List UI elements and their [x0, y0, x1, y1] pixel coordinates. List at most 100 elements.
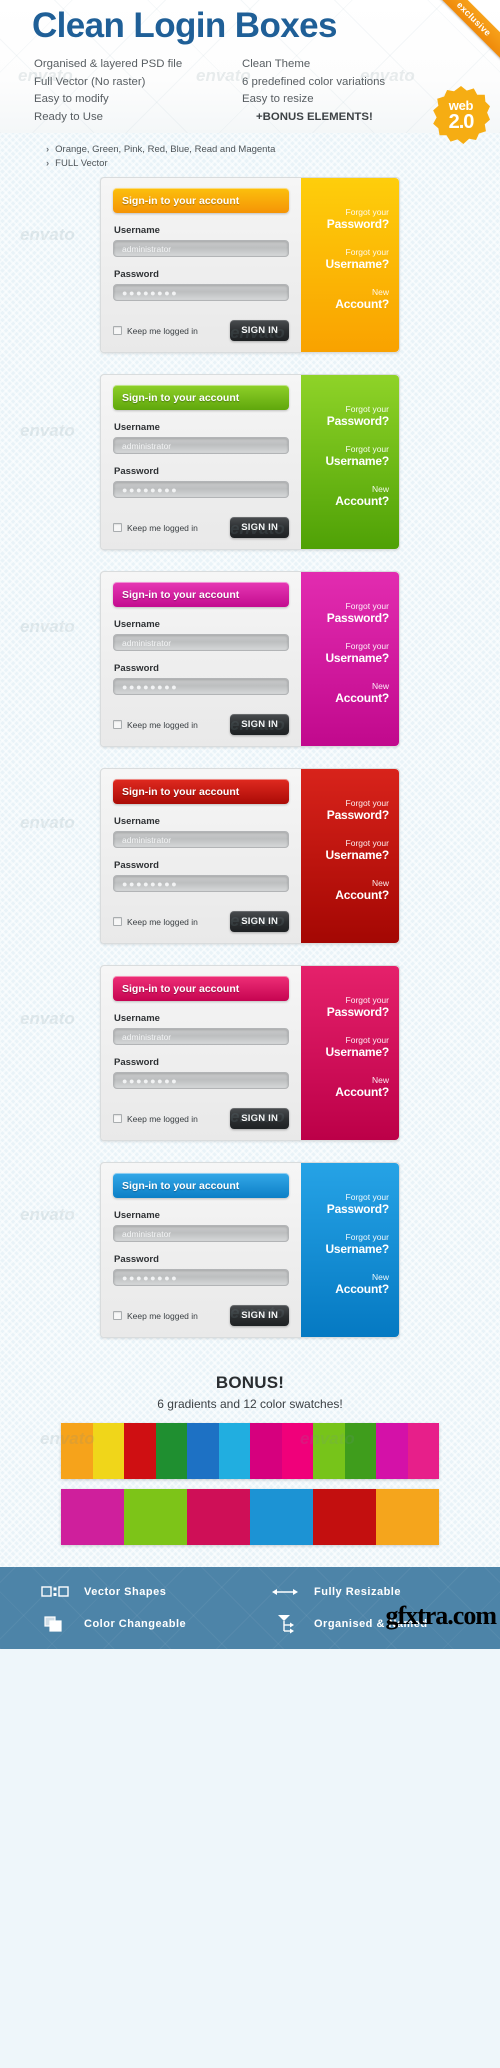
signin-button[interactable]: SIGN IN [230, 714, 289, 735]
password-label: Password [114, 269, 159, 280]
links-panel: Forgot your Password? Forgot your Userna… [301, 572, 399, 746]
login-form: Sign-in to your account Username adminis… [101, 572, 301, 746]
password-input[interactable]: ●●●●●●●● [113, 1269, 289, 1286]
bullet-list: › Orange, Green, Pink, Red, Blue, Read an… [0, 133, 500, 177]
keep-logged-in-checkbox[interactable] [113, 523, 122, 532]
new-account-link[interactable]: New Account? [301, 877, 389, 901]
password-input[interactable]: ●●●●●●●● [113, 678, 289, 695]
chevron-right-icon: › [46, 158, 50, 169]
forgot-username-link[interactable]: Forgot your Username? [301, 1231, 389, 1255]
exclusive-ribbon: exclusive [425, 0, 500, 68]
signin-title: Sign-in to your account [122, 588, 240, 601]
watermark: envato [20, 1205, 75, 1224]
badge-line-1: web [448, 97, 474, 113]
watermark: envato [20, 1009, 75, 1028]
keep-logged-in-row[interactable]: Keep me logged in [113, 917, 198, 927]
forgot-username-link[interactable]: Forgot your Username? [301, 837, 389, 861]
password-input[interactable]: ●●●●●●●● [113, 1072, 289, 1089]
login-box-orange: Sign-in to your account Username adminis… [100, 177, 400, 353]
form-actions: Keep me logged in SIGN IN [113, 911, 289, 932]
signin-title: Sign-in to your account [122, 1179, 240, 1192]
signin-button[interactable]: SIGN IN [230, 1108, 289, 1129]
new-account-link[interactable]: New Account? [301, 286, 389, 310]
signin-title-bar: Sign-in to your account [113, 385, 289, 410]
username-input[interactable]: administrator [113, 831, 289, 848]
keep-logged-in-checkbox[interactable] [113, 1114, 122, 1123]
color-swatch [250, 1489, 313, 1545]
color-swatch [218, 1423, 250, 1479]
username-value: administrator [122, 1031, 172, 1042]
forgot-password-link[interactable]: Forgot your Password? [301, 206, 389, 230]
login-form: Sign-in to your account Username adminis… [101, 769, 301, 943]
username-value: administrator [122, 440, 172, 451]
forgot-password-link[interactable]: Forgot your Password? [301, 600, 389, 624]
forgot-password-link[interactable]: Forgot your Password? [301, 797, 389, 821]
signin-button[interactable]: SIGN IN [230, 911, 289, 932]
keep-logged-in-checkbox[interactable] [113, 720, 122, 729]
login-form: Sign-in to your account Username adminis… [101, 966, 301, 1140]
color-swatch [376, 1423, 408, 1479]
list-item: › FULL Vector [46, 157, 500, 171]
forgot-password-link[interactable]: Forgot your Password? [301, 994, 389, 1018]
keep-logged-in-checkbox[interactable] [113, 326, 122, 335]
keep-logged-in-row[interactable]: Keep me logged in [113, 720, 198, 730]
link-line-1: New [371, 681, 389, 691]
forgot-password-link[interactable]: Forgot your Password? [301, 403, 389, 427]
link-line-2: Account? [335, 888, 389, 902]
link-line-2: Username? [325, 257, 389, 271]
footer-item-vector-shapes: Vector Shapes [40, 1583, 270, 1601]
forgot-username-link[interactable]: Forgot your Username? [301, 640, 389, 664]
keep-logged-in-row[interactable]: Keep me logged in [113, 1114, 198, 1124]
link-line-1: Forgot your [345, 247, 389, 257]
forgot-username-link[interactable]: Forgot your Username? [301, 443, 389, 467]
keep-logged-in-checkbox[interactable] [113, 917, 122, 926]
keep-logged-in-row[interactable]: Keep me logged in [113, 523, 198, 533]
color-swap-icon [40, 1615, 70, 1633]
username-input[interactable]: administrator [113, 437, 289, 454]
signin-button[interactable]: SIGN IN [230, 320, 289, 341]
signin-button[interactable]: SIGN IN [230, 1305, 289, 1326]
forgot-username-link[interactable]: Forgot your Username? [301, 1034, 389, 1058]
watermark: envato [20, 813, 75, 832]
link-line-2: Password? [326, 808, 389, 822]
password-input[interactable]: ●●●●●●●● [113, 481, 289, 498]
new-account-link[interactable]: New Account? [301, 680, 389, 704]
password-input[interactable]: ●●●●●●●● [113, 875, 289, 892]
links-panel: Forgot your Password? Forgot your Userna… [301, 375, 399, 549]
forgot-password-link[interactable]: Forgot your Password? [301, 1191, 389, 1215]
username-value: administrator [122, 637, 172, 648]
features-left: Organised & layered PSD file Full Vector… [34, 56, 182, 126]
keep-logged-in-row[interactable]: Keep me logged in [113, 326, 198, 336]
bonus-section: BONUS! 6 gradients and 12 color swatches… [0, 1359, 500, 1567]
signin-title: Sign-in to your account [122, 785, 240, 798]
signin-title: Sign-in to your account [122, 391, 240, 404]
feature-item: Clean Theme [242, 58, 311, 70]
signin-button[interactable]: SIGN IN [230, 517, 289, 538]
username-input[interactable]: administrator [113, 1028, 289, 1045]
color-swatch [187, 1489, 250, 1545]
links-panel: Forgot your Password? Forgot your Userna… [301, 769, 399, 943]
username-input[interactable]: administrator [113, 634, 289, 651]
new-account-link[interactable]: New Account? [301, 483, 389, 507]
login-box-red: Sign-in to your account Username adminis… [100, 768, 400, 944]
username-label: Username [114, 619, 160, 630]
feature-item: Ready to Use [34, 110, 104, 123]
list-item-label: FULL Vector [55, 158, 108, 169]
link-line-1: New [371, 1272, 389, 1282]
chevron-right-icon: › [46, 144, 50, 155]
body: › Orange, Green, Pink, Red, Blue, Read an… [0, 133, 500, 1567]
signin-title-bar: Sign-in to your account [113, 1173, 289, 1198]
new-account-link[interactable]: New Account? [301, 1074, 389, 1098]
new-account-link[interactable]: New Account? [301, 1271, 389, 1295]
form-actions: Keep me logged in SIGN IN [113, 517, 289, 538]
password-input[interactable]: ●●●●●●●● [113, 284, 289, 301]
feature-item: 6 predefined color variations [242, 75, 386, 88]
footer-item-label: Color Changeable [84, 1618, 187, 1630]
password-value: ●●●●●●●● [122, 1075, 179, 1086]
forgot-username-link[interactable]: Forgot your Username? [301, 246, 389, 270]
username-input[interactable]: administrator [113, 1225, 289, 1242]
username-input[interactable]: administrator [113, 240, 289, 257]
username-value: administrator [122, 1228, 172, 1239]
keep-logged-in-row[interactable]: Keep me logged in [113, 1311, 198, 1321]
keep-logged-in-checkbox[interactable] [113, 1311, 122, 1320]
